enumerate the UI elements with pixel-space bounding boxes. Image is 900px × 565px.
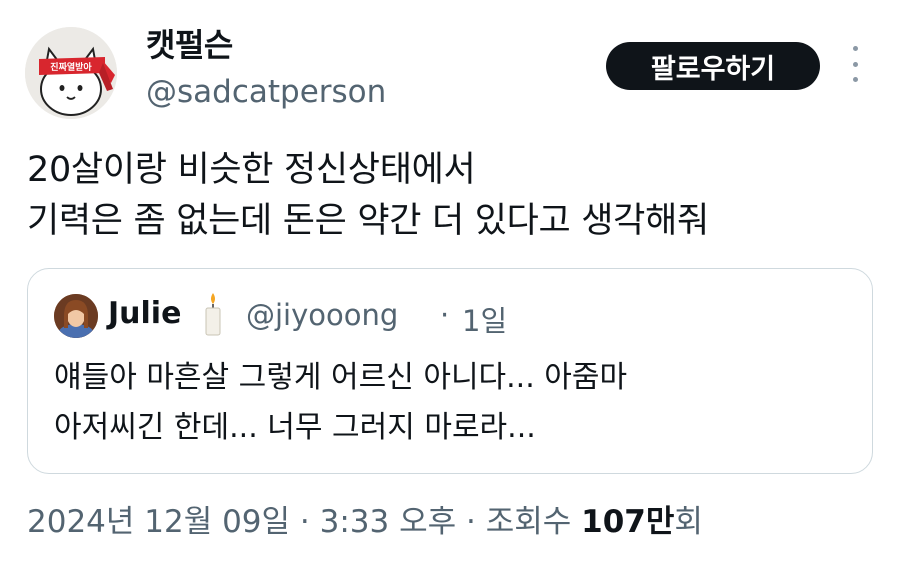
quoted-separator: ·: [440, 298, 450, 332]
tweet-time[interactable]: 3:33 오후: [320, 504, 457, 540]
meta-separator: ·: [290, 504, 320, 540]
tweet-text-line: 기력은 좀 없는데 돈은 약간 더 있다고 생각해줘: [27, 201, 709, 241]
meta-separator: ·: [456, 504, 486, 540]
quoted-text-line: 얘들아 마흔살 그렇게 어르신 아니다... 아줌마: [54, 360, 628, 395]
quoted-author-name[interactable]: Julie: [108, 296, 181, 331]
more-vertical-icon[interactable]: [846, 46, 864, 82]
views-suffix: 회: [674, 504, 703, 540]
headband-text: 진짜열받아: [50, 61, 92, 73]
tweet-text-line: 20살이랑 비슷한 정신상태에서: [27, 150, 476, 190]
views-label: 조회수: [485, 504, 582, 540]
quoted-text-line: 아저씨긴 한데... 너무 그러지 마로라...: [54, 410, 536, 445]
quoted-tweet-text: 얘들아 마흔살 그렇게 어르신 아니다... 아줌마 아저씨긴 한데... 너무…: [54, 353, 627, 453]
tweet-date[interactable]: 2024년 12월 09일: [27, 504, 290, 540]
author-name[interactable]: 캣펄슨: [146, 20, 233, 66]
cat-with-headband-avatar-icon: 진짜열받아: [25, 27, 117, 119]
follow-button[interactable]: 팔로우하기: [606, 42, 820, 90]
author-handle[interactable]: @sadcatperson: [146, 74, 386, 110]
woman-portrait-avatar-icon: [54, 294, 98, 338]
quoted-author-handle[interactable]: @jiyooong: [246, 298, 398, 332]
tweet-meta: 2024년 12월 09일 · 3:33 오후 · 조회수 107만회: [27, 496, 703, 541]
author-avatar[interactable]: 진짜열받아: [25, 27, 117, 119]
tweet-text: 20살이랑 비슷한 정신상태에서 기력은 좀 없는데 돈은 약간 더 있다고 생…: [27, 145, 709, 247]
quoted-tweet-card[interactable]: Julie @jiyooong · 1일 얘들아 마흔살 그렇게 어르신 아니다…: [27, 268, 873, 474]
candle-icon: [205, 293, 221, 336]
quoted-timestamp[interactable]: 1일: [462, 298, 507, 340]
views-count: 107만: [581, 504, 675, 540]
quoted-author-avatar[interactable]: [54, 294, 98, 338]
